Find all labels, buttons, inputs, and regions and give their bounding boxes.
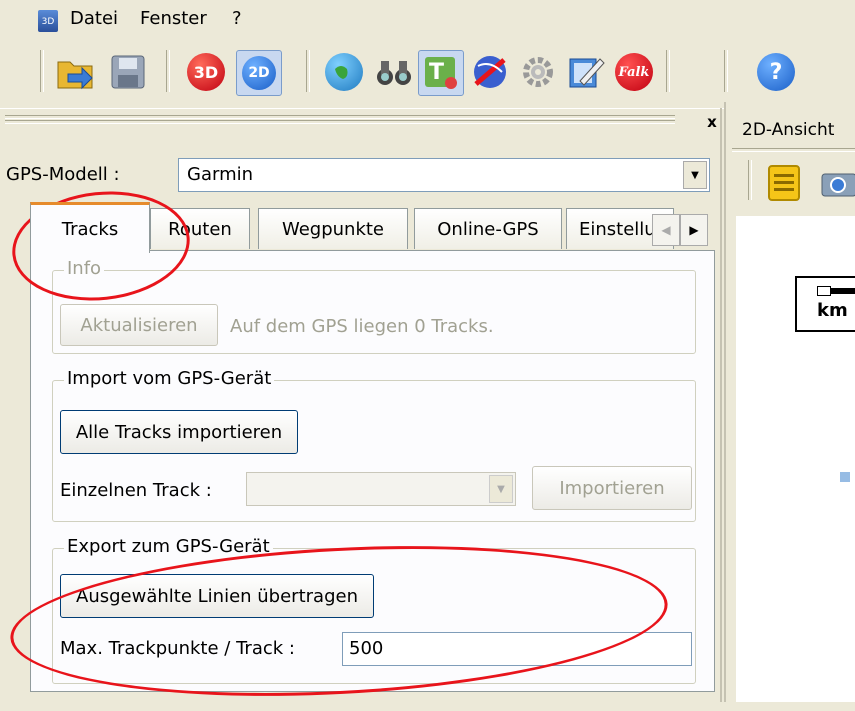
panel-grip[interactable] — [5, 115, 675, 119]
scale-bar: km — [795, 276, 855, 332]
edit-notepad-icon — [569, 58, 605, 88]
panel-divider[interactable] — [720, 108, 722, 702]
tab-online-gps[interactable]: Online-GPS — [414, 208, 562, 249]
toolbar-separator — [748, 160, 752, 200]
save-disk-icon — [111, 55, 145, 89]
panel-grip[interactable] — [5, 120, 675, 124]
camera-icon — [821, 173, 855, 197]
edit-button[interactable] — [564, 50, 608, 94]
menu-help[interactable]: ? — [232, 8, 242, 29]
globe-button[interactable] — [322, 50, 366, 94]
app-icon: 3D — [38, 10, 58, 32]
export-group-title: Export zum GPS-Gerät — [64, 536, 273, 557]
gps-model-label: GPS-Modell : — [6, 164, 120, 185]
binoculars-button[interactable] — [372, 50, 416, 94]
clipboard-icon — [768, 165, 800, 201]
toolbar-separator — [166, 50, 170, 92]
gps-tools-button[interactable]: T — [418, 50, 464, 96]
import-all-tracks-button[interactable]: Alle Tracks importieren — [60, 410, 298, 454]
scale-unit-label: km — [817, 300, 848, 321]
3d-view-icon: 3D — [187, 53, 225, 91]
svg-text:T: T — [429, 60, 444, 85]
single-track-label: Einzelnen Track : — [60, 480, 212, 501]
panel-top-edge — [0, 108, 724, 111]
scale-bar-segment — [817, 286, 831, 296]
toolbar: 3D 2D T Falk ? — [0, 40, 855, 102]
import-group-title: Import vom GPS-Gerät — [64, 368, 275, 389]
map-marker-icon[interactable] — [840, 472, 850, 482]
single-track-select[interactable]: ▼ — [246, 472, 516, 506]
menu-datei[interactable]: Datei — [70, 8, 118, 29]
falk-button[interactable]: Falk — [612, 50, 656, 94]
import-track-button[interactable]: Importieren — [532, 466, 692, 510]
toolbar-separator — [666, 50, 670, 92]
tab-tracks[interactable]: Tracks — [30, 202, 150, 253]
tab-wegpunkte[interactable]: Wegpunkte — [258, 208, 408, 249]
view-divider — [732, 148, 855, 152]
gps-off-button[interactable] — [468, 50, 512, 94]
2d-view-icon: 2D — [242, 56, 276, 90]
close-panel-button[interactable]: x — [703, 113, 721, 131]
refresh-button[interactable]: Aktualisieren — [60, 304, 218, 346]
help-icon: ? — [757, 53, 795, 91]
settings-button[interactable] — [516, 50, 560, 94]
binoculars-icon — [377, 61, 411, 85]
gps-tools-icon: T — [425, 57, 457, 89]
open-folder-button[interactable] — [54, 50, 98, 94]
clipboard-button[interactable] — [766, 162, 804, 207]
chevron-down-icon[interactable]: ▼ — [489, 475, 513, 503]
open-folder-icon — [57, 61, 93, 90]
toolbar-separator — [306, 50, 310, 92]
gps-model-value: Garmin — [187, 164, 254, 185]
chevron-down-icon[interactable]: ▼ — [683, 161, 707, 189]
toolbar-separator — [724, 50, 728, 92]
2d-view-button[interactable]: 2D — [236, 50, 282, 96]
tab-2d-view[interactable]: 2D-Ansicht — [742, 120, 834, 140]
tab-scroll-left-icon[interactable]: ◀ — [652, 214, 680, 246]
tab-scroll-right-icon[interactable]: ▶ — [680, 214, 708, 246]
gear-icon — [523, 57, 553, 87]
toolbar-separator — [40, 50, 44, 92]
save-button[interactable] — [106, 50, 150, 94]
gps-track-count-text: Auf dem GPS liegen 0 Tracks. — [230, 316, 494, 337]
globe-icon — [325, 53, 363, 91]
falk-icon: Falk — [615, 53, 653, 91]
gps-off-icon — [474, 56, 506, 88]
camera-button[interactable] — [820, 166, 855, 205]
3d-view-button[interactable]: 3D — [184, 50, 228, 94]
menubar: 3D Datei Fenster ? — [0, 0, 855, 38]
gps-model-select[interactable]: Garmin ▼ — [178, 158, 710, 192]
help-button[interactable]: ? — [754, 50, 798, 94]
menu-fenster[interactable]: Fenster — [140, 8, 207, 29]
